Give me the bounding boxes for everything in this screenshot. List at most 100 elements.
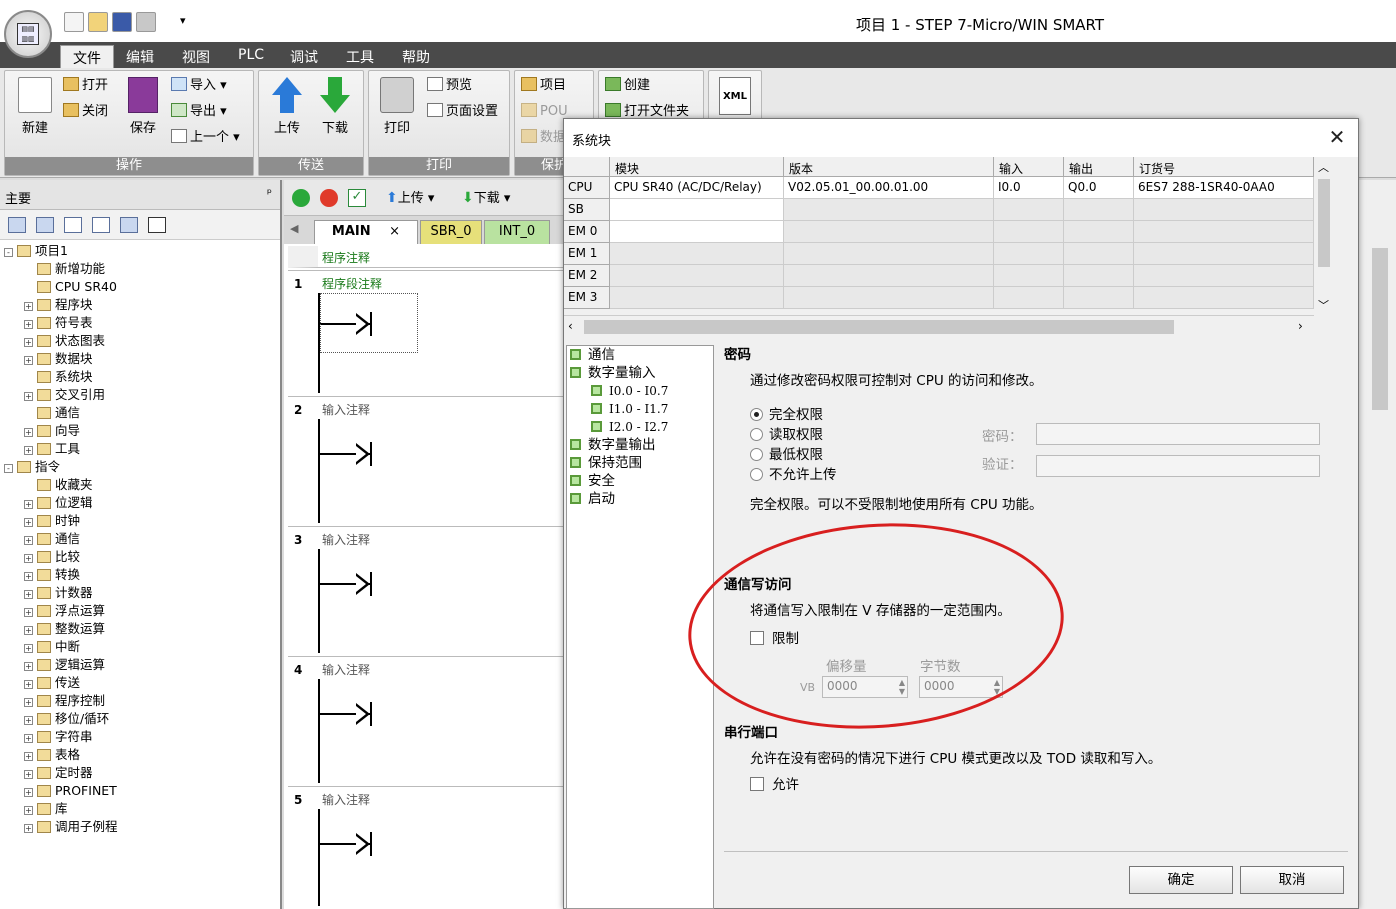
verify-input[interactable] [1036, 455, 1320, 477]
scrollbar-thumb[interactable] [584, 320, 1174, 334]
grid-cell[interactable] [1134, 199, 1314, 221]
collapse-icon[interactable]: - [4, 248, 13, 257]
ladder-network[interactable]: 1 程序段注释 [288, 270, 564, 396]
expand-icon[interactable]: + [24, 788, 33, 797]
expand-icon[interactable]: + [24, 536, 33, 545]
grid-horizontal-scrollbar[interactable]: ‹ › [564, 315, 1314, 337]
grid-cell[interactable] [994, 199, 1064, 221]
column-header[interactable]: 版本 [784, 157, 994, 177]
column-header[interactable]: 订货号 [1134, 157, 1314, 177]
tree-item[interactable]: + 库 [4, 800, 280, 818]
scroll-right-icon[interactable]: › [1298, 319, 1303, 333]
grid-cell[interactable] [1064, 287, 1134, 309]
expand-icon[interactable]: + [24, 680, 33, 689]
tree-item[interactable]: + 表格 [4, 746, 280, 764]
expand-icon[interactable]: + [24, 734, 33, 743]
grid-cell[interactable] [1134, 265, 1314, 287]
network-comment[interactable]: 输入注释 [322, 401, 370, 418]
radio-read-access[interactable]: 读取权限 [750, 423, 823, 443]
scroll-down-icon[interactable]: ﹀ [1318, 297, 1329, 313]
window-icon[interactable] [120, 217, 138, 233]
row-header[interactable]: EM 1 [564, 243, 610, 265]
expand-icon[interactable]: + [24, 302, 33, 311]
expand-icon[interactable]: + [24, 446, 33, 455]
tree-item[interactable]: + 比较 [4, 548, 280, 566]
collapse-icon[interactable]: - [4, 464, 13, 473]
password-input[interactable] [1036, 423, 1320, 445]
download-button[interactable]: 下载 [313, 77, 357, 136]
pin-icon[interactable]: ᵖ [267, 186, 272, 200]
tab-main[interactable]: MAIN × [314, 220, 418, 244]
grid-cell[interactable] [1134, 287, 1314, 309]
ladder-network[interactable]: 4 输入注释 [288, 656, 564, 786]
scrollbar-thumb[interactable] [1372, 248, 1388, 410]
create-library-button[interactable]: 创建 [605, 75, 650, 97]
new-button[interactable]: 新建 [13, 77, 57, 136]
tab-view[interactable]: 视图 [170, 45, 222, 68]
document-view-icon[interactable] [64, 217, 82, 233]
tree-item[interactable]: + 中断 [4, 638, 280, 656]
row-header[interactable]: CPU [564, 177, 610, 199]
expand-icon[interactable]: + [24, 338, 33, 347]
scroll-left-icon[interactable]: ‹ [568, 319, 573, 333]
tab-debug[interactable]: 调试 [278, 45, 330, 68]
application-button[interactable]: ▤▤ ▥▥ [4, 10, 52, 58]
grid-cell[interactable] [610, 221, 784, 243]
settings-tree-item[interactable]: I1.0 - I1.7 [567, 400, 713, 418]
expand-icon[interactable]: + [24, 806, 33, 815]
tree-item[interactable]: + 时钟 [4, 512, 280, 530]
tree-item[interactable]: + 通信 [4, 530, 280, 548]
grid-cell[interactable] [1134, 221, 1314, 243]
expand-icon[interactable]: + [24, 554, 33, 563]
settings-tree-item[interactable]: 保持范围 [567, 454, 713, 472]
ladder-network[interactable]: 5 输入注释 [288, 786, 564, 909]
tab-int0[interactable]: INT_0 [484, 220, 550, 244]
tab-sbr0[interactable]: SBR_0 [420, 220, 482, 244]
grid-cell[interactable] [994, 243, 1064, 265]
expand-icon[interactable]: + [24, 320, 33, 329]
grid-view-icon[interactable] [36, 217, 54, 233]
expand-icon[interactable]: + [24, 662, 33, 671]
grid-cell[interactable] [610, 199, 784, 221]
grid-cell[interactable] [610, 287, 784, 309]
settings-tree-item[interactable]: 启动 [567, 490, 713, 508]
tree-item[interactable]: - 指令 [4, 458, 280, 476]
expand-icon[interactable]: + [24, 590, 33, 599]
row-header[interactable]: EM 0 [564, 221, 610, 243]
tree-view-icon[interactable] [8, 217, 26, 233]
scrollbar-thumb[interactable] [1318, 179, 1330, 267]
tree-item[interactable]: - 项目1 [4, 242, 280, 260]
tree-item[interactable]: +收藏夹 [4, 476, 280, 494]
tab-help[interactable]: 帮助 [390, 45, 442, 68]
grid-cell[interactable] [1064, 243, 1134, 265]
expand-icon[interactable]: + [24, 716, 33, 725]
column-header[interactable]: 输出 [1064, 157, 1134, 177]
previous-button[interactable]: 上一个 ▾ [171, 127, 240, 149]
print-button[interactable]: 打印 [375, 77, 419, 136]
tree-item[interactable]: +新增功能 [4, 260, 280, 278]
page-setup-button[interactable]: 页面设置 [427, 101, 498, 123]
ok-button[interactable]: 确定 [1129, 866, 1233, 894]
grid-cell[interactable] [784, 287, 994, 309]
settings-tree-item[interactable]: 数字量输入 [567, 364, 713, 382]
column-header[interactable]: 输入 [994, 157, 1064, 177]
grid-cell[interactable] [1064, 265, 1134, 287]
tree-item[interactable]: + 程序控制 [4, 692, 280, 710]
expand-icon[interactable]: + [24, 428, 33, 437]
tree-item[interactable]: + 向导 [4, 422, 280, 440]
expand-icon[interactable]: + [24, 626, 33, 635]
grid-cell[interactable]: V02.05.01_00.00.01.00 [784, 177, 994, 199]
protect-project-button[interactable]: 项目 [521, 75, 566, 97]
report-icon[interactable] [92, 217, 110, 233]
grid-cell[interactable]: CPU SR40 (AC/DC/Relay) [610, 177, 784, 199]
export-button[interactable]: 导出 ▾ [171, 101, 227, 123]
tab-edit[interactable]: 编辑 [114, 45, 166, 68]
tab-close-icon[interactable]: × [389, 224, 400, 239]
print-icon[interactable] [136, 12, 156, 32]
open-folder-icon[interactable] [88, 12, 108, 32]
stop-icon[interactable] [320, 189, 338, 207]
row-header[interactable]: EM 2 [564, 265, 610, 287]
expand-icon[interactable]: + [24, 572, 33, 581]
row-header[interactable]: SB [564, 199, 610, 221]
settings-tree-item[interactable]: 通信 [567, 346, 713, 364]
